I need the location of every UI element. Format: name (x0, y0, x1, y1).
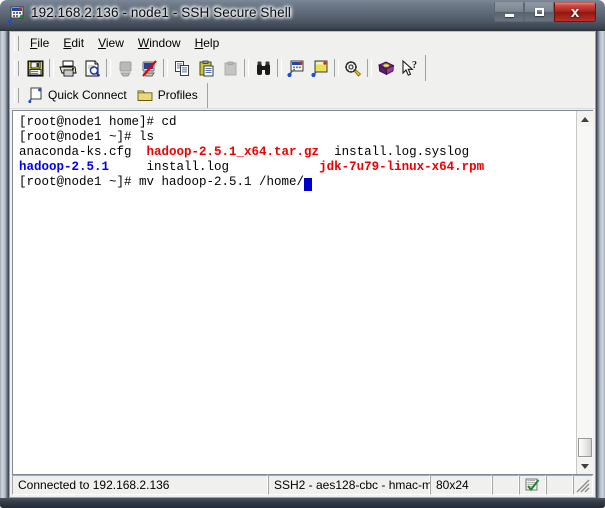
menu-bar-grip[interactable] (14, 35, 19, 51)
new-terminal-icon[interactable] (308, 57, 332, 80)
connect-icon (113, 57, 137, 80)
terminal-text-archive: jdk-7u79-linux-x64.rpm (319, 160, 485, 174)
close-icon: x (570, 3, 580, 21)
window-frame-right-edge (595, 31, 605, 508)
application-window: 192.168.2.136 - node1 - SSH Secure Shell… (0, 0, 605, 508)
settings-gear-icon[interactable] (341, 57, 365, 80)
scrollbar-track[interactable] (577, 127, 593, 458)
resize-grip[interactable] (573, 475, 593, 495)
toolbar-separator (49, 59, 54, 77)
paste-disabled-icon (218, 57, 242, 80)
svg-text:?: ? (412, 60, 417, 71)
terminal-cursor (304, 178, 313, 191)
terminal-line-5: [root@node1 ~]# mv hadoop-2.5.1 /home/ (19, 175, 576, 191)
window-title: 192.168.2.136 - node1 - SSH Secure Shell (31, 5, 291, 20)
connect-toolbar-grip[interactable] (14, 87, 19, 103)
print-preview-icon[interactable] (80, 57, 104, 80)
find-binoculars-icon[interactable] (251, 57, 275, 80)
toolbar-separator (106, 59, 111, 77)
window-frame-bottom-edge (0, 498, 605, 508)
profiles-button[interactable]: Profiles (132, 84, 203, 107)
terminal-text: install.log.syslog (319, 145, 470, 159)
terminal-line-3: anaconda-ks.cfg hadoop-2.5.1_x64.tar.gz … (19, 145, 576, 160)
scrollbar-thumb[interactable] (578, 438, 592, 457)
close-button[interactable]: x (554, 2, 596, 22)
status-cipher: SSH2 - aes128-cbc - hmac-md5 (268, 475, 445, 495)
terminal-text-directory: hadoop-2.5.1 (19, 160, 110, 174)
ssh-terminal-icon (8, 6, 25, 23)
terminal-output[interactable]: [root@node1 home]# cd [root@node1 ~]# ls… (13, 111, 576, 474)
encryption-status-icon (525, 478, 540, 493)
terminal-text-archive: hadoop-2.5.1_x64.tar.gz (146, 145, 320, 159)
help-book-icon[interactable] (374, 57, 398, 80)
quick-connect-label: Quick Connect (48, 88, 127, 102)
profiles-folder-icon (137, 88, 153, 102)
quick-connect-icon (28, 87, 43, 103)
new-file-transfer-icon[interactable] (284, 57, 308, 80)
terminal-line-4: hadoop-2.5.1 install.log jdk-7u79-linux-… (19, 160, 576, 175)
scroll-up-arrow-icon[interactable] (577, 111, 593, 127)
minimize-button[interactable] (494, 2, 524, 22)
toolbar-separator (334, 59, 339, 77)
profiles-label: Profiles (157, 88, 198, 102)
maximize-icon (534, 8, 544, 16)
terminal-line-1: [root@node1 home]# cd (19, 115, 576, 130)
menu-view[interactable]: View (91, 34, 131, 52)
terminal-text: [root@node1 home]# cd (19, 115, 177, 129)
terminal-line-2: [root@node1 ~]# ls (19, 130, 576, 145)
terminal-scrollbar[interactable] (576, 111, 593, 474)
toolbar-separator (244, 59, 249, 77)
terminal-text: [root@node1 ~]# mv hadoop-2.5.1 /home/ (19, 175, 305, 189)
terminal-text: anaconda-ks.cfg (19, 145, 147, 159)
connect-toolbar: Quick Connect Profiles (10, 82, 595, 109)
menu-file[interactable]: FFileile (23, 34, 56, 52)
status-terminal-size: 80x24 (430, 475, 492, 495)
title-bar[interactable]: 192.168.2.136 - node1 - SSH Secure Shell… (0, 0, 605, 30)
client-area: FFileile Edit View Window Help (9, 31, 596, 498)
status-connection: Connected to 192.168.2.136 (12, 475, 268, 495)
menu-window[interactable]: Window (131, 34, 188, 52)
terminal-panel: [root@node1 home]# cd [root@node1 ~]# ls… (12, 110, 593, 475)
status-indicator-1 (492, 475, 519, 495)
toolbar-separator (163, 59, 168, 77)
status-indicator-2 (519, 475, 546, 495)
menu-edit[interactable]: Edit (56, 34, 91, 52)
menu-bar: FFileile Edit View Window Help (10, 32, 595, 54)
terminal-text: install.log (109, 160, 320, 174)
print-icon[interactable] (56, 57, 80, 80)
main-toolbar: ? (10, 54, 595, 82)
toolbar-separator (277, 59, 282, 77)
status-bar: Connected to 192.168.2.136 SSH2 - aes128… (12, 475, 593, 495)
minimize-icon (504, 14, 514, 17)
disconnect-icon[interactable] (137, 57, 161, 80)
scroll-down-arrow-icon[interactable] (577, 458, 593, 474)
toolbar-grip[interactable] (14, 60, 19, 76)
paste-icon[interactable] (194, 57, 218, 80)
toolbar-separator (367, 59, 372, 77)
maximize-button[interactable] (524, 2, 554, 22)
menu-help[interactable]: Help (188, 34, 227, 52)
terminal-text: [root@node1 ~]# ls (19, 130, 155, 144)
copy-icon[interactable] (170, 57, 194, 80)
status-indicator-3 (546, 475, 573, 495)
context-help-icon[interactable]: ? (398, 57, 422, 80)
quick-connect-button[interactable]: Quick Connect (23, 84, 132, 107)
save-floppy-icon[interactable] (23, 57, 47, 80)
